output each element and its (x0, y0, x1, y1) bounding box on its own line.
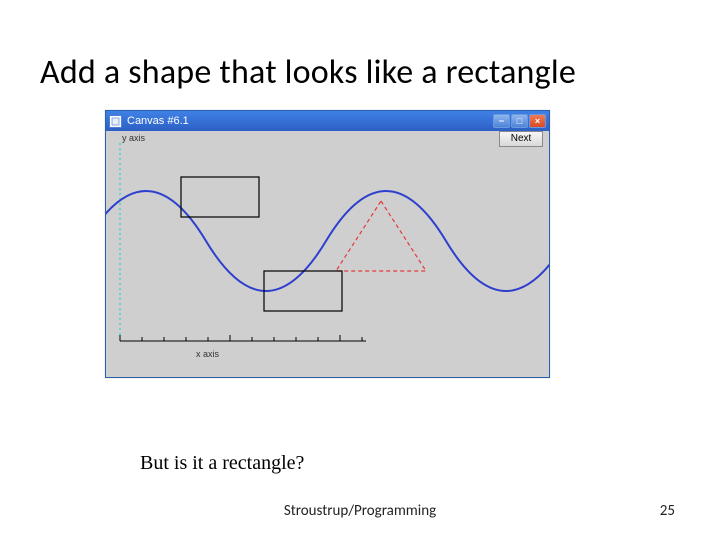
rectangle-shape-2 (264, 271, 342, 311)
rectangle-shape-1 (181, 177, 259, 217)
page-number: 25 (660, 502, 675, 520)
plot-svg (106, 131, 549, 377)
minimize-button[interactable]: − (493, 114, 510, 128)
window-title: Canvas #6.1 (127, 115, 493, 127)
maximize-button[interactable]: □ (511, 114, 528, 128)
slide-title: Add a shape that looks like a rectangle (40, 52, 576, 93)
plot-area: y axis x axis (106, 131, 549, 377)
system-menu-icon[interactable] (109, 115, 122, 128)
slide: Add a shape that looks like a rectangle … (0, 0, 720, 540)
window-titlebar[interactable]: Canvas #6.1 − □ × (106, 111, 549, 131)
sine-curve (106, 191, 549, 291)
canvas-window: Canvas #6.1 − □ × Next y axis x axis (105, 110, 550, 378)
x-axis-ticks (120, 335, 362, 341)
window-controls: − □ × (493, 114, 546, 128)
footer-text: Stroustrup/Programming (0, 502, 720, 520)
close-button[interactable]: × (529, 114, 546, 128)
caption-text: But is it a rectangle? (140, 452, 304, 475)
triangle-shape (336, 201, 426, 271)
